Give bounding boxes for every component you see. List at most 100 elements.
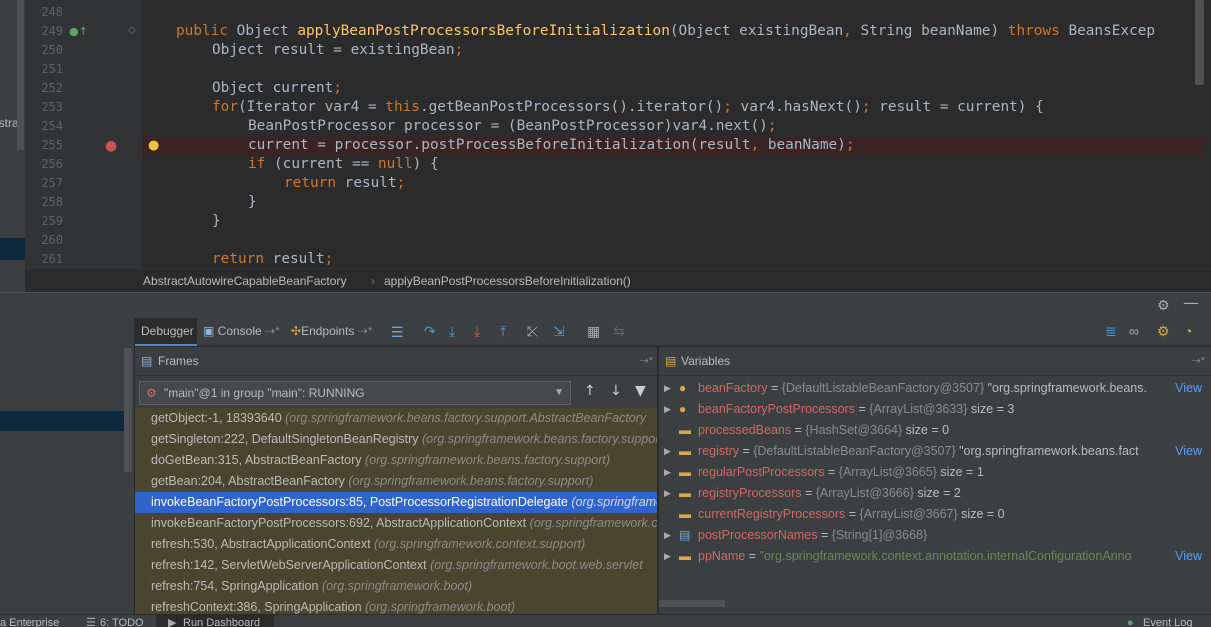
variable-value: size = 0 [902,423,950,437]
variable-name: ppName [698,549,746,563]
force-step-into-icon[interactable]: ⤓ [474,324,480,338]
variable-type: {ArrayList@3665} [838,465,937,479]
status-bar: a Enterprise ☰ 6: TODO ▶ Run Dashboard ●… [0,614,1211,627]
variable-name: registry [698,444,739,458]
frame-item[interactable]: invokeBeanFactoryPostProcessors:692, Abs… [135,513,657,534]
code-line: Object current; [212,80,342,96]
view-link[interactable]: View [1171,441,1202,462]
step-over-icon[interactable]: ↷ [424,324,436,338]
project-tree-selection[interactable] [0,238,25,260]
local-var-icon: ▬ [679,465,691,479]
tab-console[interactable]: ▣ Console ⇢* [203,318,280,346]
variables-pin-icon[interactable]: ⇢* [1192,354,1206,367]
frame-item[interactable]: refresh:754, SpringApplication (org.spri… [135,576,657,597]
variable-row[interactable]: ▶ ● beanFactory = {DefaultListableBeanFact… [659,378,1211,399]
filter-icon[interactable]: ▼ [635,384,646,398]
expand-arrow-icon[interactable]: ▶ [664,378,671,399]
frame-item[interactable]: refresh:142, ServletWebServerApplication… [135,555,657,576]
variable-row[interactable]: ▶ ▬ registry = {DefaultListableBeanFactory… [659,441,1211,462]
restore-layout-icon[interactable]: ≣ [1105,324,1117,338]
drop-frame-icon[interactable]: ⤪ [527,324,538,338]
frame-item[interactable]: doGetBean:315, AbstractBeanFactory (org.… [135,450,657,471]
variable-row[interactable]: ▶ ▬ registryProcessors = {ArrayList@3666} … [659,483,1211,504]
line-number: 261 [41,252,63,266]
step-into-icon[interactable]: ⤓ [449,324,455,338]
variable-name: processedBeans [698,423,792,437]
expand-arrow-icon[interactable]: ▶ [664,483,671,504]
trace-icon[interactable]: ⇆ [613,324,625,338]
tab-endpoints[interactable]: ✣Endpoints ⇢* [291,318,373,346]
expand-arrow-icon[interactable]: ▶ [664,441,671,462]
event-log-icon: ● [1127,617,1134,627]
view-link[interactable]: View [1171,378,1202,399]
breadcrumb-method[interactable]: applyBeanPostProcessorsBeforeInitializat… [384,274,631,288]
variable-value: size = 0 [957,507,1005,521]
line-number: 250 [41,43,63,57]
frames-header: ▤ Frames ⇢* [135,347,657,376]
frame-item[interactable]: refreshContext:386, SpringApplication (o… [135,597,657,614]
variable-row[interactable]: ▶ ▬ ppName = "org.springframework.context.… [659,546,1211,567]
gauge-icon[interactable]: ◔ [1184,324,1192,338]
minimize-icon[interactable]: — [1183,295,1199,311]
variable-value: size = 2 [913,486,961,500]
thread-dropdown[interactable]: ⚙ "main"@1 in group "main": RUNNING ▼ [139,381,571,405]
variable-value: "org.springframework.beans.fact [955,444,1139,458]
status-enterprise[interactable]: a Enterprise [0,615,59,627]
line-number: 252 [41,81,63,95]
variable-row[interactable]: ▶ ▤ postProcessorNames = {String[1]@3668} [659,525,1211,546]
pin-icon: ⇢* [261,324,280,338]
line-number: 249 [41,24,63,38]
editor-scrollbar[interactable] [1195,0,1204,85]
expand-arrow-icon[interactable]: ▶ [664,546,671,567]
frame-down-icon[interactable]: ↓ [610,384,622,398]
show-execution-point-icon[interactable]: ☰ [391,325,404,339]
expand-arrow-icon[interactable]: ▶ [664,399,671,420]
glasses-icon[interactable]: ∞ [1129,324,1139,338]
code-editor[interactable]: ● public Object applyBeanPostProcessorsB… [142,0,1204,268]
local-var-icon: ▬ [679,444,691,458]
tab-console-label: Console [217,324,262,338]
status-run-dashboard[interactable]: Run Dashboard [183,615,260,627]
variables-icon: ▤ [665,354,677,368]
project-tree-scrollbar[interactable] [17,0,24,150]
frame-up-icon[interactable]: ↑ [584,384,596,398]
expand-arrow-icon[interactable]: ▶ [664,525,671,546]
variable-row[interactable]: ▶ ▬ regularPostProcessors = {ArrayList@366… [659,462,1211,483]
fold-method-icon[interactable]: ◇ [128,26,136,36]
variable-row[interactable]: ▬ currentRegistryProcessors = {ArrayList@… [659,504,1211,525]
frame-item[interactable]: refresh:530, AbstractApplicationContext … [135,534,657,555]
step-out-icon[interactable]: ⤒ [500,324,506,338]
code-line: public Object applyBeanPostProcessorsBef… [176,23,1156,39]
tab-debugger-label: Debugger [141,324,194,338]
variable-type: {ArrayList@3667} [859,507,958,521]
status-event-log[interactable]: Event Log [1143,615,1193,627]
tab-debugger[interactable]: Debugger [135,318,197,346]
frames-pin-icon[interactable]: ⇢* [640,354,654,367]
breakpoint-icon[interactable]: ● [105,139,117,153]
frame-item[interactable]: getObject:-1, 18393640 (org.springframew… [135,408,657,429]
frame-item[interactable]: getBean:204, AbstractBeanFactory (org.sp… [135,471,657,492]
breadcrumb: AbstractAutowireCapableBeanFactory › app… [25,268,1211,292]
frame-item-selected[interactable]: invokeBeanFactoryPostProcessors:85, Post… [135,492,657,513]
editor-gutter: 248 249 250 251 252 253 254 255 256 257 258 259 260 2… [25,0,142,268]
line-number: 260 [41,233,63,247]
settings-icon[interactable]: ⚙ [1157,324,1170,338]
status-todo[interactable]: 6: TODO [100,615,144,627]
gear-icon[interactable]: ⚙ [1157,299,1170,313]
variables-scrollbar[interactable] [659,600,725,607]
line-number: 256 [41,157,63,171]
run-dashboard-scrollbar[interactable] [124,348,132,472]
run-to-cursor-icon[interactable]: ⇲ [553,324,565,338]
frame-item[interactable]: getSingleton:222, DefaultSingletonBeanRe… [135,429,657,450]
intention-bulb-icon[interactable]: ● [148,139,159,152]
variable-row[interactable]: ▬ processedBeans = {HashSet@3664} size = … [659,420,1211,441]
view-link[interactable]: View [1171,546,1202,567]
frames-title: Frames [158,354,199,368]
breadcrumb-class[interactable]: AbstractAutowireCapableBeanFactory [143,274,346,288]
debugger-toolbar: Debugger ▣ Console ⇢* ✣Endpoints ⇢* ☰ ↷ … [135,318,1211,346]
variable-row[interactable]: ▶ ● beanFactoryPostProcessors = {ArrayList… [659,399,1211,420]
evaluate-expression-icon[interactable]: ▦ [587,324,600,338]
expand-arrow-icon[interactable]: ▶ [664,462,671,483]
override-method-icon[interactable]: ●↑ [69,26,88,37]
run-dashboard-selection[interactable] [0,411,124,431]
